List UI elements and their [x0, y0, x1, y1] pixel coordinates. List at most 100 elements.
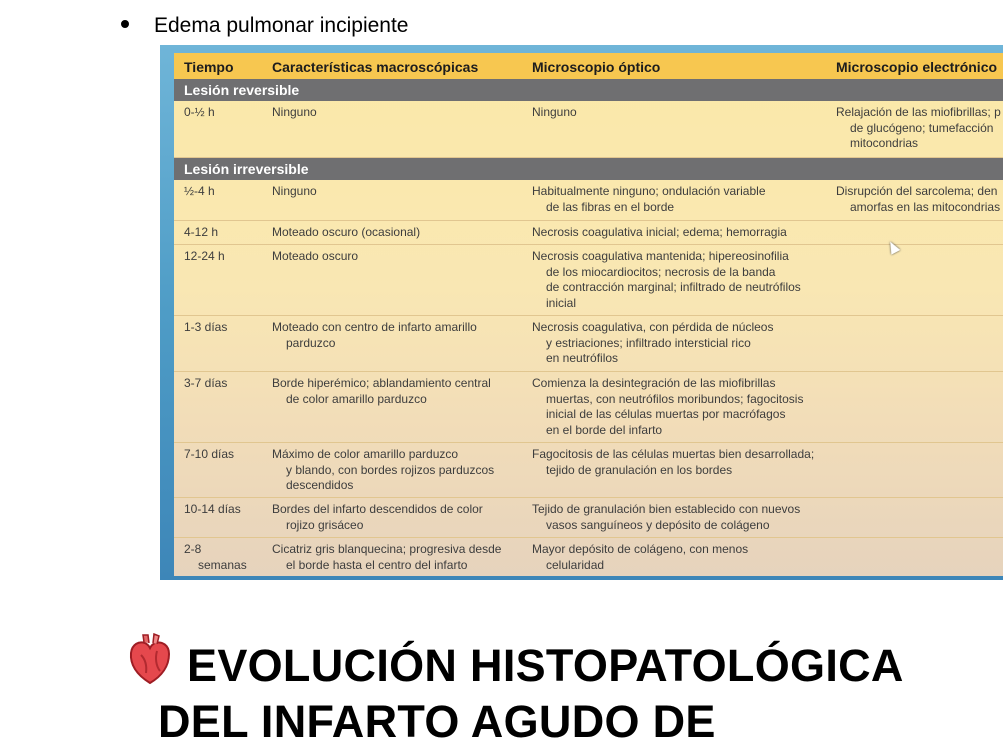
- table-cell: 1-3 días: [184, 320, 227, 336]
- bullet-text: Edema pulmonar incipiente: [154, 14, 409, 37]
- cell-line: Moteado oscuro (ocasional): [272, 225, 421, 239]
- table-cell: Necrosis coagulativa mantenida; hipereos…: [532, 249, 801, 311]
- bullet-item: Edema pulmonar incipiente: [121, 12, 408, 40]
- cell-line: de glucógeno; tumefacción: [850, 120, 994, 135]
- cell-line: mitocondrias: [850, 136, 919, 151]
- table-cell: Bordes del infarto descendidos de color r…: [272, 502, 483, 533]
- table-cell: Cicatriz gris blanquecina; progresiva de…: [272, 542, 501, 573]
- table-cell: Habitualmente ninguno; ondulación variab…: [532, 184, 766, 215]
- header-macroscopicas: Características macroscópicas: [272, 59, 479, 75]
- cell-line: tejido de granulación en los bordes: [546, 462, 733, 477]
- section-heading-continued: DEL INFARTO AGUDO DE: [158, 695, 716, 749]
- cell-line: Comienza la desintegración de las miofib…: [532, 376, 776, 390]
- table-cell: 12-24 h: [184, 249, 225, 265]
- header-microscopio-electronico: Microscopio electrónico: [836, 59, 998, 75]
- section-heading: EVOLUCIÓN HISTOPATOLÓGICA: [127, 632, 904, 701]
- cell-line: Ninguno: [532, 105, 577, 119]
- cell-line: semanas: [198, 557, 247, 572]
- table-row: 7-10 días Máximo de color amarillo parduz…: [174, 443, 1003, 498]
- table-cell: Necrosis coagulativa, con pérdida de núc…: [532, 320, 773, 367]
- cell-line: 7-10 días: [184, 447, 235, 461]
- table-cell: Moteado oscuro: [272, 249, 358, 265]
- table-cell: Comienza la desintegración de las miofib…: [532, 376, 803, 438]
- cell-line: vasos sanguíneos y depósito de colágeno: [546, 517, 770, 532]
- cell-line: Moteado con centro de infarto amarillo: [272, 320, 477, 334]
- table-image: Tiempo Características macroscópicas Mic…: [160, 45, 1003, 580]
- cell-line: de los miocardiocitos; necrosis de la ba…: [546, 264, 776, 279]
- table-cell: 3-7 días: [184, 376, 227, 392]
- cell-line: Tejido de granulación bien establecido c…: [532, 502, 801, 516]
- table-row: 2-8 semanas Cicatriz gris blanquecina; pro…: [174, 538, 1003, 576]
- cell-line: ½-4 h: [184, 184, 215, 198]
- table-row: 3-7 días Borde hiperémico; ablandamiento …: [174, 372, 1003, 443]
- table-cell: Ninguno: [272, 105, 317, 121]
- table-cell: 2-8 semanas: [184, 542, 247, 573]
- histopathology-table: Tiempo Características macroscópicas Mic…: [174, 53, 1003, 576]
- table-cell: Moteado oscuro (ocasional): [272, 225, 420, 241]
- cell-line: amorfas en las mitocondrias: [850, 199, 1001, 214]
- table-cell: Máximo de color amarillo parduzco y bland…: [272, 447, 494, 494]
- header-tiempo: Tiempo: [184, 59, 234, 75]
- table-cell: ½-4 h: [184, 184, 215, 200]
- table-cell: Necrosis coagulativa inicial; edema; hem…: [532, 225, 787, 241]
- table-cell: 7-10 días: [184, 447, 234, 463]
- section-label: Lesión reversible: [184, 82, 300, 98]
- cell-line: Ninguno: [272, 105, 317, 119]
- table-row: 12-24 h Moteado oscuro Necrosis coagulativ…: [174, 245, 1003, 316]
- table-cell: 4-12 h: [184, 225, 218, 241]
- cell-line: Mayor depósito de colágeno, con menos: [532, 542, 749, 556]
- cell-line: 1-3 días: [184, 320, 228, 334]
- table-row: 1-3 días Moteado con centro de infarto am…: [174, 316, 1003, 372]
- section-row-reversible: Lesión reversible: [174, 79, 1003, 101]
- cell-line: Bordes del infarto descendidos de color: [272, 502, 483, 516]
- table-cell: Tejido de granulación bien establecido c…: [532, 502, 800, 533]
- cell-line: 10-14 días: [184, 502, 241, 516]
- table-cell: Moteado con centro de infarto amarillo pa…: [272, 320, 477, 351]
- cell-line: rojizo grisáceo: [286, 517, 364, 532]
- table-cell: Relajación de las miofibrillas; p de gluc…: [836, 105, 1001, 152]
- cell-line: inicial: [546, 295, 577, 310]
- cell-line: Habitualmente ninguno; ondulación variab…: [532, 184, 766, 198]
- cell-line: de las fibras en el borde: [546, 199, 675, 214]
- table-cell: Borde hiperémico; ablandamiento central d…: [272, 376, 491, 407]
- table-cell: 10-14 días: [184, 502, 241, 518]
- anatomical-heart-icon: [127, 632, 173, 697]
- cell-line: el borde hasta el centro del infarto: [286, 557, 468, 572]
- header-microscopio-optico: Microscopio óptico: [532, 59, 661, 75]
- cell-line: 4-12 h: [184, 225, 219, 239]
- cell-line: 3-7 días: [184, 376, 228, 390]
- section-label: Lesión irreversible: [184, 161, 309, 177]
- cell-line: 0-½ h: [184, 105, 215, 119]
- cell-line: Moteado oscuro: [272, 249, 359, 263]
- heading-line-2: DEL INFARTO AGUDO DE: [158, 696, 716, 747]
- table-cell: Ninguno: [272, 184, 317, 200]
- table-cell: Mayor depósito de colágeno, con menos cel…: [532, 542, 748, 573]
- heading-line-1: EVOLUCIÓN HISTOPATOLÓGICA: [187, 639, 904, 691]
- cell-line: Disrupción del sarcolema; den: [836, 184, 998, 198]
- cell-line: y estriaciones; infiltrado intersticial …: [546, 335, 751, 350]
- cell-line: Necrosis coagulativa mantenida; hipereos…: [532, 249, 789, 263]
- cell-line: en neutrófilos: [546, 351, 619, 366]
- cell-line: de contracción marginal; infiltrado de n…: [546, 280, 801, 295]
- cell-line: Relajación de las miofibrillas; p: [836, 105, 1001, 119]
- cell-line: celularidad: [546, 557, 605, 572]
- table-row: ½-4 h Ninguno Habitualmente ninguno; ondul…: [174, 180, 1003, 221]
- cell-line: de color amarillo parduzco: [286, 391, 427, 406]
- cell-line: y blando, con bordes rojizos parduzcos: [286, 462, 495, 477]
- table-row: 4-12 h Moteado oscuro (ocasional) Necrosis…: [174, 221, 1003, 245]
- cell-line: parduzco: [286, 335, 336, 350]
- cell-line: descendidos: [286, 478, 354, 493]
- cell-line: muertas, con neutrófilos moribundos; fag…: [546, 391, 804, 406]
- table-cell: Disrupción del sarcolema; den amorfas en …: [836, 184, 1000, 215]
- cell-line: 12-24 h: [184, 249, 225, 263]
- cell-line: Necrosis coagulativa, con pérdida de núc…: [532, 320, 774, 334]
- table-cell: Ninguno: [532, 105, 577, 121]
- table-header-row: Tiempo Características macroscópicas Mic…: [174, 53, 1003, 79]
- cell-line: 2-8: [184, 542, 202, 556]
- bullet-dot: [121, 20, 129, 29]
- cell-line: Máximo de color amarillo parduzco: [272, 447, 459, 461]
- cell-line: Borde hiperémico; ablandamiento central: [272, 376, 491, 390]
- cell-line: inicial de las células muertas por macró…: [546, 407, 786, 422]
- cell-line: Fagocitosis de las células muertas bien …: [532, 447, 815, 461]
- cell-line: en el borde del infarto: [546, 422, 663, 437]
